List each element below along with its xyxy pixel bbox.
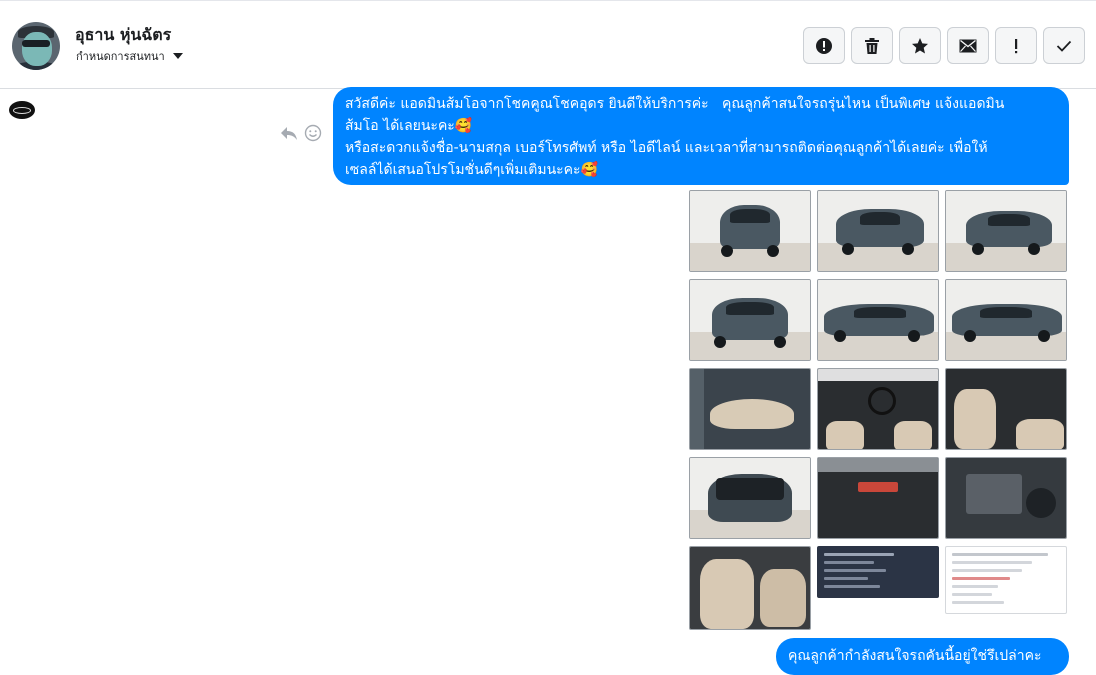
message-bubble-greeting[interactable]: สวัสดีค่ะ แอดมินส้มโอจากโชคคูณโชคอุดร ยิ… (333, 87, 1069, 185)
page-logo (9, 101, 35, 119)
photo-car-front-left[interactable] (817, 190, 939, 272)
message-line: เซลล์ได้เสนอโปรโมชั่นดีๆเพิ่มเติมนะคะ🥰 (345, 162, 598, 178)
follow-up-button[interactable] (995, 27, 1037, 64)
photo-engine-bay-open[interactable] (689, 457, 811, 539)
star-button[interactable] (899, 27, 941, 64)
conversation-label-dropdown[interactable]: กำหนดการสนทนา (76, 47, 183, 65)
reply-icon[interactable] (280, 125, 298, 141)
photo-car-front[interactable] (689, 190, 811, 272)
emoji-reaction-icon[interactable] (304, 124, 322, 142)
avatar[interactable] (12, 22, 60, 70)
photo-attachment-grid (689, 190, 1069, 630)
conversation-header: อุธาน หุ่นฉัตร กำหนดการสนทนา (0, 0, 1096, 89)
exclamation-circle-icon (816, 37, 832, 54)
mark-unread-button[interactable] (947, 27, 989, 64)
message-line: ส้มโอ ได้เลยนะคะ🥰 (345, 118, 473, 134)
photo-document-screenshot-dark[interactable] (817, 546, 939, 598)
photo-door-panel[interactable] (689, 368, 811, 450)
message-line: สวัสดีค่ะ แอดมินส้มโอจากโชคคูณโชคอุดร ยิ… (345, 96, 1005, 112)
photo-car-rear[interactable] (689, 279, 811, 361)
message-bubble-question[interactable]: คุณลูกค้ากำลังสนใจรถคันนี้อยู่ใช่รึเปล่า… (776, 638, 1069, 675)
photo-car-side-left[interactable] (945, 279, 1067, 361)
photo-center-console[interactable] (817, 457, 939, 539)
done-button[interactable] (1043, 27, 1085, 64)
photo-engine-closeup[interactable] (945, 457, 1067, 539)
contact-name[interactable]: อุธาน หุ่นฉัตร (75, 23, 171, 48)
photo-dashboard[interactable] (817, 368, 939, 450)
conversation-label-text: กำหนดการสนทนา (76, 50, 165, 63)
caret-down-icon (172, 53, 183, 59)
trash-icon (865, 37, 879, 54)
photo-rear-seats[interactable] (689, 546, 811, 630)
message-line: หรือสะดวกแจ้งชื่อ-นามสกุล เบอร์โทรศัพท์ … (345, 140, 988, 156)
photo-front-seats[interactable] (945, 368, 1067, 450)
star-icon (912, 37, 928, 53)
photo-document-screenshot-light[interactable] (945, 546, 1067, 614)
delete-button[interactable] (851, 27, 893, 64)
exclamation-icon (1015, 38, 1018, 53)
photo-car-side-right[interactable] (817, 279, 939, 361)
checkmark-icon (1056, 40, 1072, 52)
action-toolbar (803, 27, 1085, 64)
spam-button[interactable] (803, 27, 845, 64)
envelope-icon (959, 39, 977, 52)
photo-car-rear-left[interactable] (945, 190, 1067, 272)
